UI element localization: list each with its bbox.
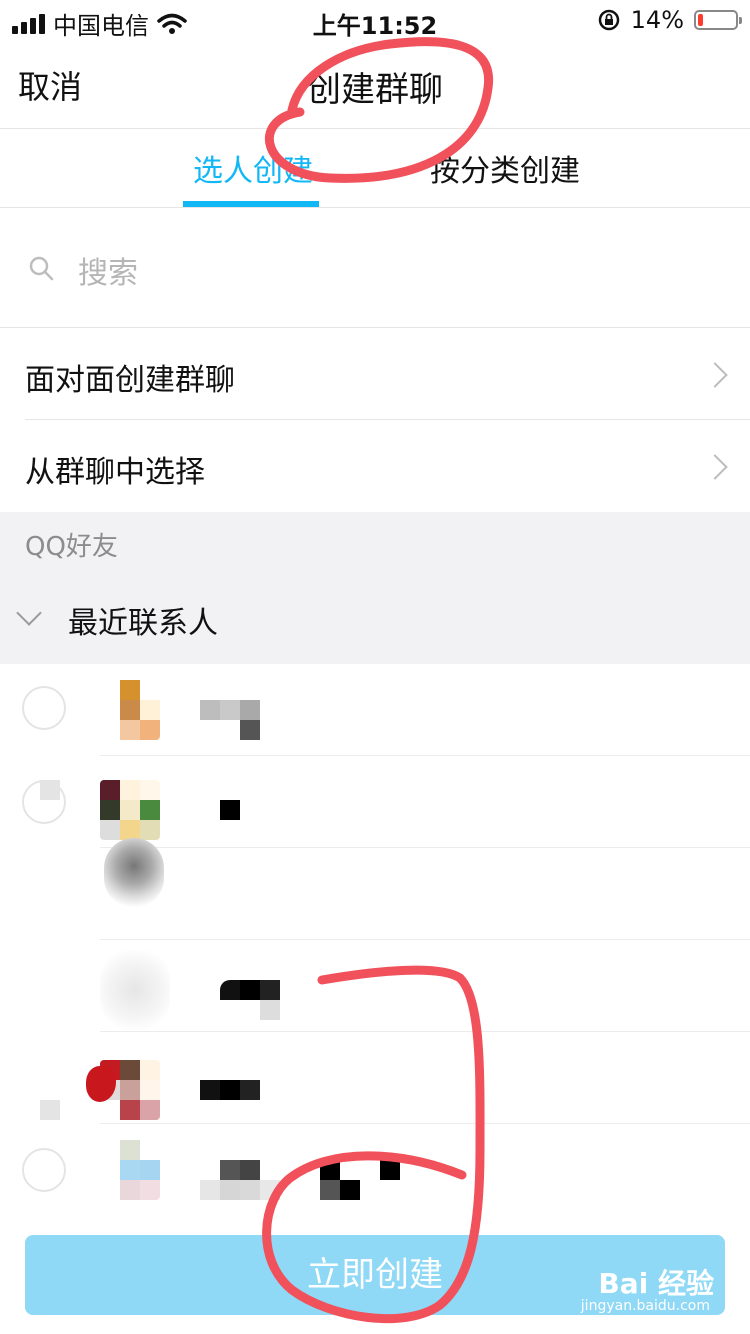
baidu-watermark: Bai 经验 xyxy=(598,1267,714,1300)
select-circle[interactable] xyxy=(22,1148,66,1192)
battery-percent: 14% xyxy=(630,6,684,34)
contact-name xyxy=(220,1160,260,1180)
battery-icon xyxy=(694,10,742,30)
contact-name xyxy=(220,980,280,1000)
rotation-lock-icon xyxy=(598,9,619,31)
avatar xyxy=(100,780,160,840)
watermark-url: jingyan.baidu.com xyxy=(580,1298,710,1314)
avatar xyxy=(100,1140,160,1200)
search-icon xyxy=(29,256,54,281)
contact-name xyxy=(200,1080,260,1100)
section-title: QQ好友 xyxy=(25,532,118,562)
face-to-face-label: 面对面创建群聊 xyxy=(25,363,235,398)
contact-name xyxy=(200,700,260,720)
avatar xyxy=(100,680,160,740)
search-input[interactable]: 搜索 xyxy=(78,248,138,292)
list-item[interactable] xyxy=(0,664,750,756)
contact-name xyxy=(220,800,240,820)
avatar xyxy=(100,950,170,1030)
list-item[interactable] xyxy=(0,1032,750,1124)
battery-level xyxy=(698,14,703,26)
list-item[interactable] xyxy=(0,1124,750,1216)
group-title: 最近联系人 xyxy=(68,606,218,641)
list-item[interactable] xyxy=(0,940,750,1032)
tab-select-people[interactable]: 选人创建 xyxy=(193,146,313,190)
tab-by-category[interactable]: 按分类创建 xyxy=(430,146,580,190)
page-title: 创建群聊 xyxy=(307,70,443,110)
select-circle[interactable] xyxy=(22,686,66,730)
status-right: 14% xyxy=(597,6,742,34)
list-item[interactable] xyxy=(0,838,750,940)
avatar xyxy=(104,838,164,908)
nav-divider xyxy=(0,128,750,129)
status-bar: 中国电信 上午11:52 14% xyxy=(0,0,750,40)
list-item[interactable] xyxy=(0,756,750,848)
select-from-group-label: 从群聊中选择 xyxy=(25,455,205,490)
